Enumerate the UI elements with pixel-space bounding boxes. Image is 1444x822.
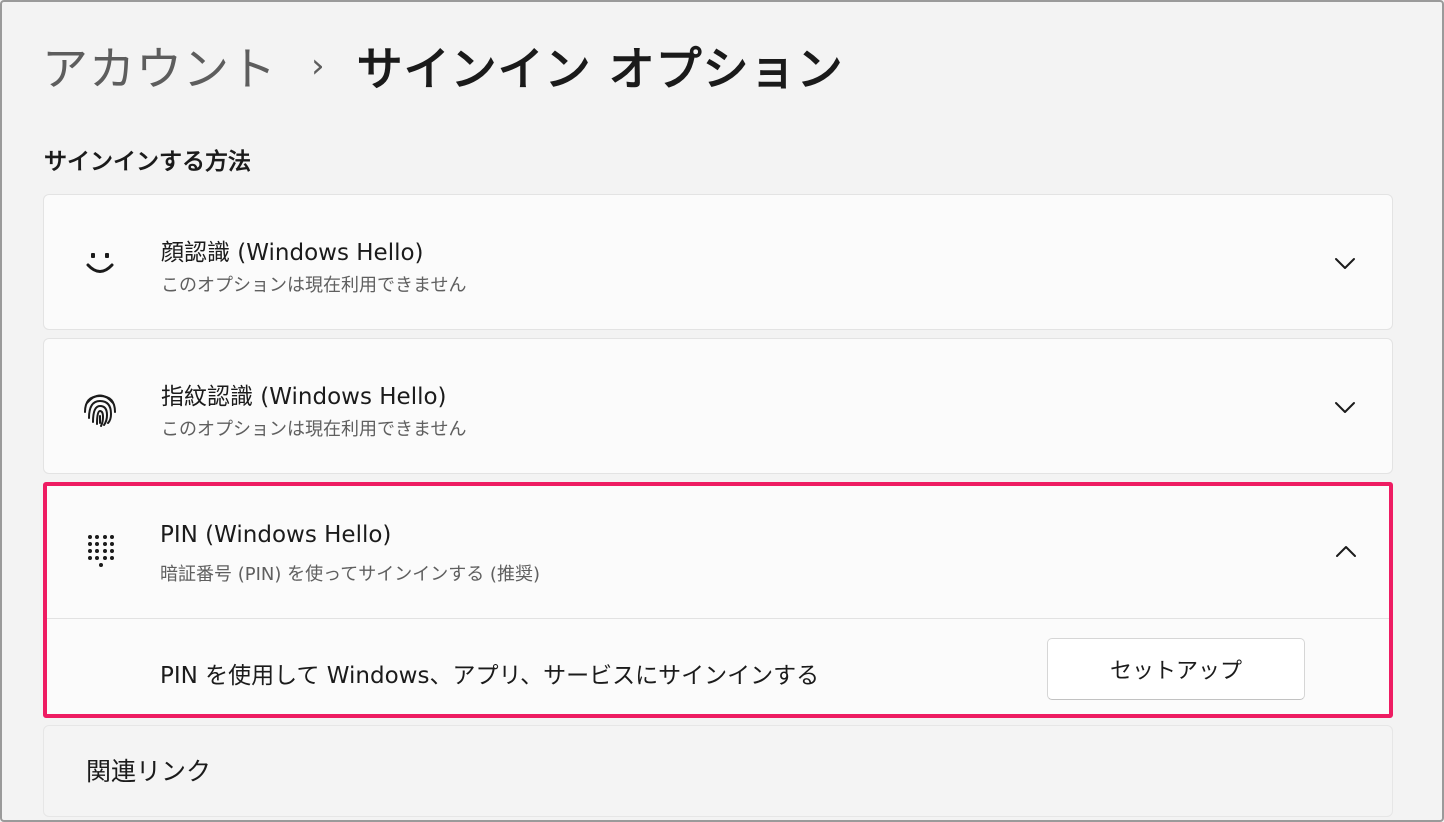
breadcrumb-separator: › (311, 46, 325, 86)
signin-method-pin[interactable]: PIN (Windows Hello) 暗証番号 (PIN) を使ってサインイン… (43, 482, 1393, 718)
chevron-down-icon[interactable] (1332, 251, 1358, 277)
method-title: 顔認識 (Windows Hello) (161, 240, 424, 266)
related-links-section: 関連リンク (43, 725, 1393, 817)
method-subtitle: 暗証番号 (PIN) を使ってサインインする (推奨) (160, 564, 540, 585)
breadcrumb-parent-accounts[interactable]: アカウント (42, 33, 277, 99)
method-title: 指紋認識 (Windows Hello) (161, 384, 447, 410)
chevron-down-icon[interactable] (1332, 395, 1358, 421)
related-links-heading: 関連リンク (86, 757, 212, 786)
section-title: サインインする方法 (44, 149, 251, 175)
signin-method-fingerprint[interactable]: 指紋認識 (Windows Hello) このオプションは現在利用できません (43, 338, 1393, 474)
pin-keypad-icon (81, 531, 121, 571)
setup-button[interactable]: セットアップ (1047, 638, 1305, 700)
fingerprint-icon (80, 389, 120, 429)
chevron-up-icon[interactable] (1333, 538, 1359, 564)
method-subtitle: このオプションは現在利用できません (161, 419, 467, 440)
pin-description: PIN を使用して Windows、アプリ、サービスにサインインする (160, 663, 820, 689)
page-title: サインイン オプション (356, 42, 844, 96)
divider (47, 618, 1389, 619)
signin-method-face[interactable]: 顔認識 (Windows Hello) このオプションは現在利用できません (43, 194, 1393, 330)
breadcrumb: アカウント › サインイン オプション (42, 34, 844, 98)
method-title: PIN (Windows Hello) (160, 522, 392, 548)
smiley-face-icon (80, 243, 120, 283)
method-subtitle: このオプションは現在利用できません (161, 275, 467, 296)
